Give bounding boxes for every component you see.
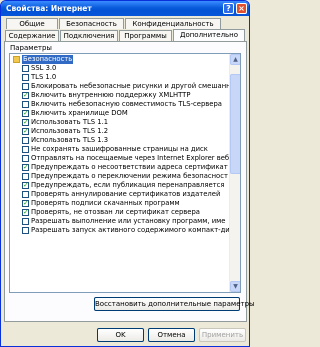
list-item[interactable]: Разрешать выполнение или установку прогр… xyxy=(11,217,229,226)
checkbox[interactable] xyxy=(22,208,29,217)
checkbox[interactable] xyxy=(22,227,29,234)
list-item[interactable]: Безопасность xyxy=(11,55,229,64)
settings-list[interactable]: Безопасность SSL 3.0 TLS 1.0 Блокировать… xyxy=(9,53,241,293)
scroll-thumb[interactable] xyxy=(230,74,240,174)
tab-security[interactable]: Безопасность xyxy=(59,18,124,29)
list-item-label: Отправлять на посещаемые через Internet … xyxy=(31,154,230,162)
list-item-label: Использовать TLS 1.3 xyxy=(31,136,109,144)
apply-button[interactable]: Применить xyxy=(199,328,246,342)
vertical-scrollbar[interactable]: ▲ ▼ xyxy=(229,54,240,292)
list-item[interactable]: Не сохранять зашифрованные страницы на д… xyxy=(11,145,229,154)
list-item-label: Блокировать небезопасные рисунки и друго… xyxy=(31,82,231,90)
list-item[interactable]: Использовать TLS 1.1 xyxy=(11,118,229,127)
help-button[interactable]: ? xyxy=(223,3,234,14)
scroll-down-arrow-icon[interactable]: ▼ xyxy=(230,281,240,292)
tab-advanced[interactable]: Дополнительно xyxy=(173,29,245,41)
checkbox[interactable] xyxy=(22,137,29,144)
checkbox[interactable] xyxy=(22,65,29,72)
list-item[interactable]: Отправлять на посещаемые через Internet … xyxy=(11,154,229,163)
list-item-label: Не сохранять зашифрованные страницы на д… xyxy=(31,145,208,153)
tab-privacy[interactable]: Конфиденциальность xyxy=(125,18,221,29)
cancel-button[interactable]: Отмена xyxy=(148,328,195,342)
list-item[interactable]: Разрешать запуск активного содержимого к… xyxy=(11,226,230,235)
checkbox[interactable] xyxy=(22,173,29,180)
checkbox[interactable] xyxy=(22,101,29,108)
list-item-label: Предупреждать о несоответствии адреса се… xyxy=(31,163,228,171)
padlock-folder-icon xyxy=(13,56,20,63)
list-item[interactable]: SSL 3.0 xyxy=(11,64,229,73)
tab-programs[interactable]: Программы xyxy=(119,30,172,41)
list-item-label: SSL 3.0 xyxy=(31,64,57,72)
checkbox[interactable] xyxy=(22,91,29,100)
list-item-label: Проверять, не отозван ли сертификат серв… xyxy=(31,208,200,216)
settings-group-label: Параметры xyxy=(10,44,52,52)
list-item[interactable]: Использовать TLS 1.2 xyxy=(11,127,229,136)
checkbox[interactable] xyxy=(22,146,29,153)
list-item-label: TLS 1.0 xyxy=(31,73,57,81)
checkbox[interactable] xyxy=(22,74,29,81)
checkbox[interactable] xyxy=(22,127,29,136)
checkbox[interactable] xyxy=(22,191,29,198)
list-item[interactable]: Проверять, не отозван ли сертификат серв… xyxy=(11,208,229,217)
list-item-label: Включить хранилище DOM xyxy=(31,109,128,117)
list-item-label: Предупреждать, если публикация перенапра… xyxy=(31,181,225,189)
list-item[interactable]: Предупреждать, если публикация перенапра… xyxy=(11,181,229,190)
list-item-label: Включить небезопасную совместимость TLS-… xyxy=(31,100,222,108)
title-bar[interactable]: Свойства: Интернет ? × xyxy=(1,1,249,16)
checkbox[interactable] xyxy=(22,155,29,162)
list-item[interactable]: Проверять подписи скачанных программ xyxy=(11,199,229,208)
list-item-label: Проверять аннулирование сертификатов изд… xyxy=(31,190,221,198)
checkbox[interactable] xyxy=(22,118,29,127)
list-item[interactable]: Проверять аннулирование сертификатов изд… xyxy=(11,190,229,199)
list-item-label: Проверять подписи скачанных программ xyxy=(31,199,180,207)
checkbox[interactable] xyxy=(22,218,29,225)
list-item[interactable]: Использовать TLS 1.3 xyxy=(11,136,229,145)
list-item[interactable]: TLS 1.0 xyxy=(11,73,229,82)
list-item-label: Включить внутреннюю поддержку XMLHTTP xyxy=(31,91,191,99)
internet-properties-window: Свойства: Интернет ? × Общие Безопасност… xyxy=(0,0,255,347)
list-item-label: Использовать TLS 1.2 xyxy=(31,127,109,135)
scroll-up-arrow-icon[interactable]: ▲ xyxy=(230,54,240,65)
ok-button[interactable]: OK xyxy=(97,328,144,342)
checkbox[interactable] xyxy=(22,83,29,90)
tab-content[interactable]: Содержание xyxy=(5,30,59,41)
advanced-panel: Параметры Безопасность SSL 3.0 TLS 1.0 Б… xyxy=(4,41,255,322)
window-title: Свойства: Интернет xyxy=(6,4,92,13)
checkbox[interactable] xyxy=(22,181,29,190)
restore-defaults-button[interactable]: Восстановить дополнительные параметры xyxy=(94,297,255,311)
list-item-label: Предупреждать о переключении режима безо… xyxy=(31,172,228,180)
list-item[interactable]: Включить хранилище DOM xyxy=(11,109,229,118)
list-item[interactable]: Предупреждать о несоответствии адреса се… xyxy=(11,163,229,172)
list-item[interactable]: Включить внутреннюю поддержку XMLHTTP xyxy=(11,91,229,100)
list-item[interactable]: Предупреждать о переключении режима безо… xyxy=(11,172,229,181)
checkbox[interactable] xyxy=(22,109,29,118)
close-button[interactable]: × xyxy=(236,3,247,14)
checkbox[interactable] xyxy=(22,199,29,208)
list-item[interactable]: Включить небезопасную совместимость TLS-… xyxy=(11,100,229,109)
checkbox[interactable] xyxy=(22,163,29,172)
list-item-label: Безопасность xyxy=(22,55,74,64)
list-item-label: Разрешать запуск активного содержимого к… xyxy=(31,226,230,234)
list-item[interactable]: Блокировать небезопасные рисунки и друго… xyxy=(11,82,231,91)
tab-general[interactable]: Общие xyxy=(6,18,58,29)
tab-connections[interactable]: Подключения xyxy=(60,30,118,41)
list-item-label: Использовать TLS 1.1 xyxy=(31,118,109,126)
list-item-label: Разрешать выполнение или установку прогр… xyxy=(31,217,226,225)
